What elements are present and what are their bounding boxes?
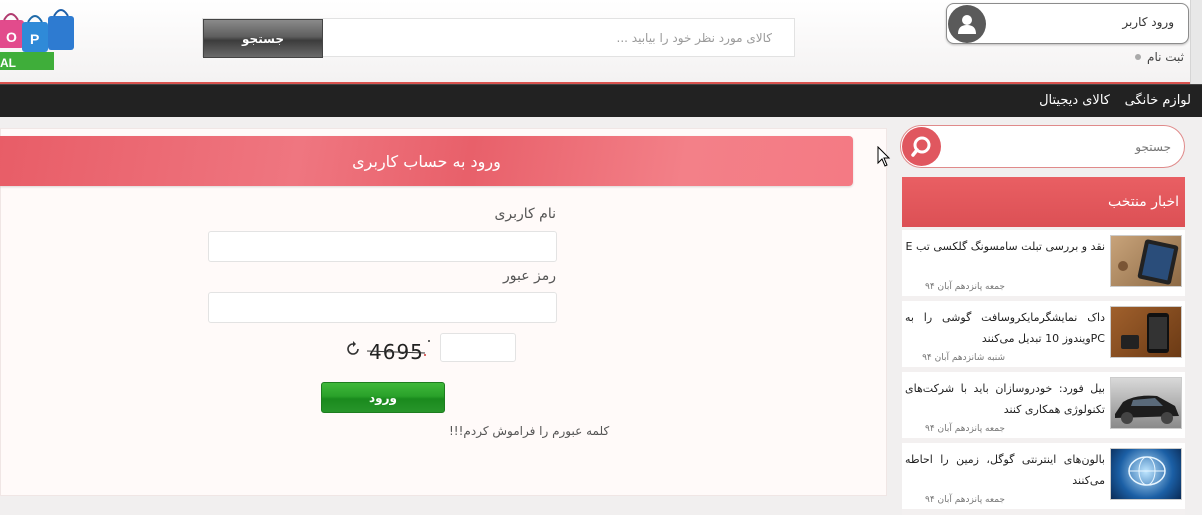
news-date: جمعه پانزدهم آبان ۹۴ xyxy=(924,282,1005,292)
search-input[interactable] xyxy=(323,19,794,56)
sidebar-search xyxy=(900,125,1185,168)
featured-news-title: اخبار منتخب xyxy=(902,177,1185,227)
news-title[interactable]: نقد و بررسی تبلت سامسونگ گلکسی تب E xyxy=(905,236,1105,257)
nav-item-digital-goods[interactable]: کالای دیجیتال xyxy=(1039,93,1110,108)
logo-letter-p: P xyxy=(30,31,39,47)
site-header: AL O P جستجو ورود کاربر ثبت نام xyxy=(0,0,1202,84)
news-title[interactable]: بالون‌های اینترنتی گوگل، زمین را احاطه م… xyxy=(905,449,1105,491)
svg-text:AL: AL xyxy=(0,56,16,70)
news-item[interactable]: بیل فورد: خودروسازان باید با شرکت‌های تک… xyxy=(902,372,1185,438)
password-field[interactable] xyxy=(208,292,557,323)
page-title: ورود به حساب کاربری xyxy=(352,151,501,171)
search-button[interactable]: جستجو xyxy=(203,19,323,58)
news-title[interactable]: بیل فورد: خودروسازان باید با شرکت‌های تک… xyxy=(905,378,1105,420)
news-item[interactable]: نقد و بررسی تبلت سامسونگ گلکسی تب E جمعه… xyxy=(902,230,1185,296)
login-submit-button[interactable]: ورود xyxy=(321,382,445,413)
scrollbar[interactable] xyxy=(1190,0,1202,84)
register-label: ثبت نام xyxy=(1147,50,1184,64)
main-nav: لوازم خانگی کالای دیجیتال xyxy=(0,84,1202,117)
register-link[interactable]: ثبت نام xyxy=(1135,50,1184,64)
password-label: رمز عبور xyxy=(502,268,556,284)
search-icon[interactable] xyxy=(902,127,941,166)
header-search: جستجو xyxy=(202,18,795,58)
news-thumbnail-balloon xyxy=(1110,448,1182,500)
sidebar-search-input[interactable] xyxy=(946,134,1171,160)
news-date: جمعه پانزدهم آبان ۹۴ xyxy=(924,424,1005,434)
featured-news-list: نقد و بررسی تبلت سامسونگ گلکسی تب E جمعه… xyxy=(902,227,1185,515)
news-item[interactable]: بالون‌های اینترنتی گوگل، زمین را احاطه م… xyxy=(902,443,1185,509)
captcha-input[interactable] xyxy=(440,333,516,362)
login-panel-title: ورود به حساب کاربری xyxy=(0,136,853,186)
mouse-cursor-icon xyxy=(877,145,891,168)
bullet-icon xyxy=(1135,54,1142,60)
news-item[interactable]: داک نمایشگرمایکروسافت گوشی را به PCویندو… xyxy=(902,301,1185,367)
login-button[interactable]: ورود کاربر xyxy=(946,3,1189,44)
captcha-image: 4695 xyxy=(366,337,435,365)
news-title-label: اخبار منتخب xyxy=(1108,194,1179,210)
news-thumbnail-dock xyxy=(1110,306,1182,358)
logo-letter-o: O xyxy=(6,29,17,45)
news-date: جمعه پانزدهم آبان ۹۴ xyxy=(924,495,1005,505)
username-field[interactable] xyxy=(208,231,557,262)
site-logo[interactable]: AL O P xyxy=(0,4,84,74)
news-thumbnail-tablet xyxy=(1110,235,1182,287)
forgot-password-link[interactable]: کلمه عبورم را فراموش کردم!!! xyxy=(449,424,609,438)
news-title[interactable]: داک نمایشگرمایکروسافت گوشی را به PCویندو… xyxy=(905,307,1105,349)
news-date: شنبه شانزدهم آبان ۹۴ xyxy=(922,353,1005,363)
login-label: ورود کاربر xyxy=(1122,15,1174,29)
refresh-icon[interactable] xyxy=(344,340,362,358)
news-thumbnail-car xyxy=(1110,377,1182,429)
nav-item-home-appliances[interactable]: لوازم خانگی xyxy=(1125,93,1191,108)
username-label: نام کاربری xyxy=(494,206,556,222)
user-icon xyxy=(948,5,986,43)
